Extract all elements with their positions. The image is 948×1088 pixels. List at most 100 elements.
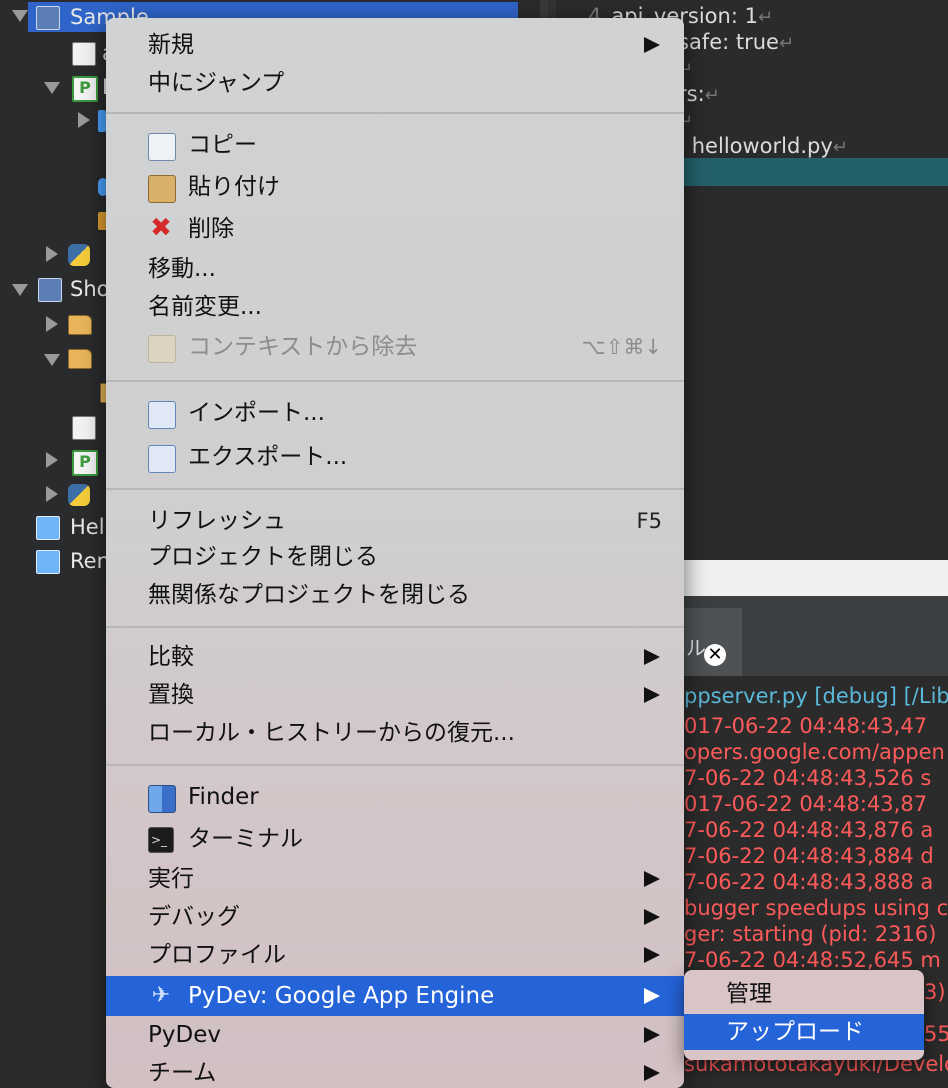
project-icon — [36, 550, 60, 574]
close-icon[interactable]: ✕ — [704, 644, 726, 666]
project-icon — [36, 6, 60, 30]
menu-item-label: リフレッシュ — [148, 508, 286, 534]
menu-shortcut: ⌥⇧⌘↓ — [581, 335, 662, 359]
menu-item-run[interactable]: 実行 — [106, 860, 684, 898]
tree-item-label: Ren — [70, 549, 110, 573]
menu-item-label: チーム — [148, 1060, 217, 1086]
menu-item-new[interactable]: 新規 — [106, 26, 684, 64]
menu-item-close-project[interactable]: プロジェクトを閉じる — [106, 538, 684, 576]
submenu-arrow-icon — [644, 687, 660, 703]
console-line: opers.google.com/appen — [684, 740, 945, 764]
paste-icon — [148, 175, 176, 203]
menu-item-restore-local-history[interactable]: ローカル・ヒストリーからの復元... — [106, 714, 684, 752]
terminal-icon: >_ — [148, 827, 174, 853]
return-mark-icon: ↵ — [778, 33, 795, 54]
view-divider — [684, 560, 948, 596]
code-text: safe: true — [678, 30, 779, 54]
console-line: 7-06-22 04:48:52,645 m — [684, 948, 941, 972]
menu-item-label: デバッグ — [148, 904, 240, 930]
pydev-package-icon: P — [72, 450, 98, 476]
tree-item-label: Sho — [70, 277, 110, 301]
submenu-item-upload[interactable]: アップロード — [684, 1014, 924, 1050]
finder-icon — [148, 785, 176, 813]
collapse-arrow-icon[interactable] — [78, 112, 90, 128]
code-line: safe: true↵ — [678, 30, 794, 54]
submenu-arrow-icon — [644, 947, 660, 963]
code-line: rs:↵ — [678, 82, 720, 106]
menu-item-label: 管理 — [726, 981, 772, 1007]
menu-item-replace[interactable]: 置換 — [106, 676, 684, 714]
menu-item-label: プロジェクトを閉じる — [148, 544, 378, 570]
menu-item-label: 置換 — [148, 682, 194, 708]
menu-item-terminal[interactable]: >_ ターミナル — [106, 820, 684, 858]
menu-item-label: 移動... — [148, 256, 216, 282]
menu-item-label: アップロード — [726, 1019, 864, 1045]
console-line: 7-06-22 04:48:43,888 a — [684, 870, 934, 894]
menu-item-compare[interactable]: 比較 — [106, 638, 684, 676]
menu-item-label: コピー — [188, 132, 257, 158]
menu-item-pydev[interactable]: PyDev — [106, 1016, 684, 1054]
menu-item-debug[interactable]: デバッグ — [106, 898, 684, 936]
menu-item-label: 名前変更... — [148, 294, 262, 320]
menu-item-paste[interactable]: 貼り付け — [106, 168, 684, 206]
return-mark-icon: ↵ — [704, 85, 720, 106]
menu-item-label: ターミナル — [188, 826, 303, 852]
console-line: 55 — [924, 1022, 948, 1046]
console-line: 7-06-22 04:48:43,884 d — [684, 844, 934, 868]
project-icon — [38, 278, 62, 302]
expand-arrow-icon[interactable] — [12, 10, 28, 22]
menu-item-finder[interactable]: Finder — [106, 778, 684, 816]
menu-item-export[interactable]: エクスポート... — [106, 438, 684, 476]
return-mark-icon: ↵ — [832, 137, 848, 158]
menu-item-rename[interactable]: 名前変更... — [106, 288, 684, 326]
submenu-arrow-icon — [644, 1027, 660, 1043]
menu-item-pydev-google-app-engine[interactable]: ✈ PyDev: Google App Engine — [106, 976, 684, 1016]
tab-console[interactable]: ル ✕ — [684, 608, 742, 676]
submenu-item-manage[interactable]: 管理 — [684, 976, 924, 1012]
context-menu: 新規 中にジャンプ コピー 貼り付け ✖ 削除 移動... 名前変更... コン… — [106, 18, 684, 1088]
menu-item-team[interactable]: チーム — [106, 1054, 684, 1088]
menu-separator — [106, 488, 684, 490]
menu-item-label: 比較 — [148, 644, 194, 670]
menu-item-label: PyDev: Google App Engine — [188, 983, 495, 1009]
pydev-package-icon: P — [72, 76, 98, 102]
menu-item-label: プロファイル — [148, 942, 286, 968]
menu-item-copy[interactable]: コピー — [106, 126, 684, 164]
menu-shortcut: F5 — [636, 509, 662, 533]
export-icon — [148, 445, 176, 473]
return-mark-icon: ↵ — [757, 7, 774, 28]
menu-item-move[interactable]: 移動... — [106, 250, 684, 288]
tab-label: ル — [686, 636, 706, 660]
remove-from-context-icon — [148, 335, 176, 363]
menu-item-label: 貼り付け — [188, 174, 280, 200]
menu-item-label: 削除 — [188, 216, 234, 242]
python-icon — [68, 244, 90, 266]
menu-item-import[interactable]: インポート... — [106, 394, 684, 432]
menu-item-label: 無関係なプロジェクトを閉じる — [148, 582, 470, 608]
collapse-arrow-icon[interactable] — [46, 246, 58, 262]
menu-item-profile[interactable]: プロファイル — [106, 936, 684, 974]
menu-item-label: 実行 — [148, 866, 194, 892]
console-line: bugger speedups using cy — [684, 896, 948, 920]
expand-arrow-icon[interactable] — [44, 82, 60, 94]
menu-item-close-unrelated-projects[interactable]: 無関係なプロジェクトを閉じる — [106, 576, 684, 614]
collapse-arrow-icon[interactable] — [46, 316, 58, 332]
copy-icon — [148, 133, 176, 161]
expand-arrow-icon[interactable] — [44, 354, 60, 366]
submenu-arrow-icon — [644, 988, 660, 1004]
menu-item-go-into[interactable]: 中にジャンプ — [106, 64, 684, 102]
folder-icon — [68, 349, 92, 369]
collapse-arrow-icon[interactable] — [46, 452, 58, 468]
console-line: ger: starting (pid: 2316) — [684, 922, 937, 946]
file-icon — [72, 416, 96, 440]
menu-item-refresh[interactable]: リフレッシュ F5 — [106, 502, 684, 540]
menu-item-label: ローカル・ヒストリーからの復元... — [148, 720, 515, 746]
console-line: 7-06-22 04:48:43,526 s — [684, 766, 932, 790]
submenu-arrow-icon — [644, 1065, 660, 1081]
expand-arrow-icon[interactable] — [12, 284, 28, 296]
collapse-arrow-icon[interactable] — [46, 486, 58, 502]
import-icon — [148, 401, 176, 429]
menu-item-label: 新規 — [148, 32, 194, 58]
console-line: 017-06-22 04:48:43,87 — [684, 792, 928, 816]
menu-item-delete[interactable]: ✖ 削除 — [106, 210, 684, 248]
